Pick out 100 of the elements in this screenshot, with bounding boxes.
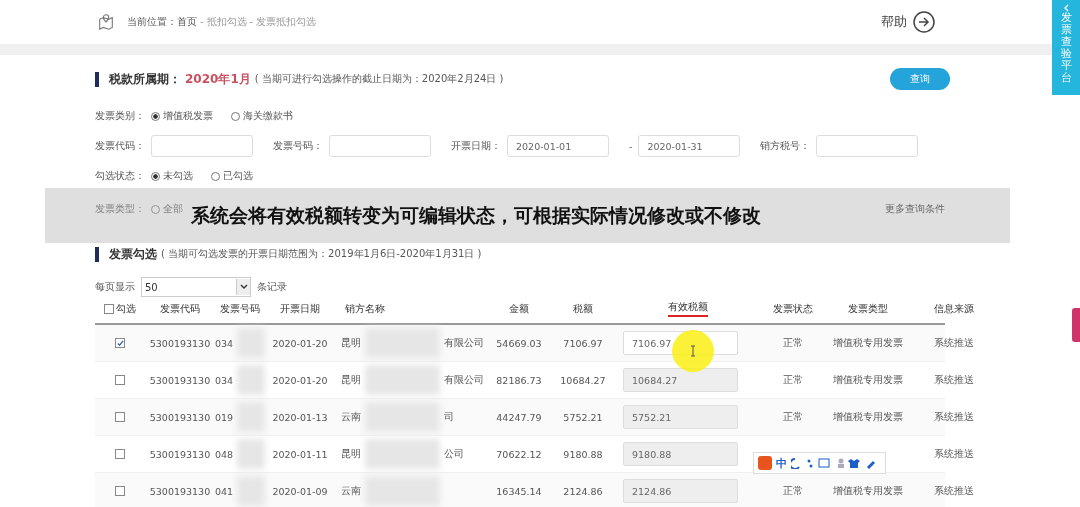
input-field[interactable]	[151, 135, 253, 157]
page-size-suffix: 条记录	[257, 280, 287, 294]
table-cell-text: 5300193130	[148, 411, 212, 423]
table-cell-text: 70622.12	[495, 448, 543, 460]
table-cell-text: 系统推送	[933, 447, 975, 461]
column-header: 金额	[508, 302, 530, 316]
breadcrumb-separator: -	[249, 16, 254, 27]
more-filters-link[interactable]: 更多查询条件	[885, 202, 945, 216]
checkbox[interactable]	[115, 338, 125, 348]
table-cell: 034	[215, 337, 234, 349]
map-pin-icon	[97, 13, 115, 31]
table-cell-text: 正常	[782, 373, 804, 387]
checkbox[interactable]	[115, 375, 125, 385]
check-icon	[116, 339, 124, 347]
table-cell-text: 5300193130	[148, 374, 212, 386]
table-cell-text: 10684.27	[559, 374, 607, 386]
field-label: 发票类型：	[95, 202, 145, 216]
radio-option[interactable]: 海关缴款书	[231, 109, 293, 123]
checkbox[interactable]	[115, 449, 125, 459]
radio-option[interactable]: 已勾选	[211, 169, 253, 183]
table-cell-text: 增值税专用发票	[832, 336, 904, 350]
column-header: 发票类型	[847, 302, 889, 316]
table-cell-text: 44247.79	[495, 411, 543, 423]
chevron-left-icon	[1063, 4, 1069, 12]
table-cell: 昆明	[341, 336, 361, 350]
table-cell: 公司	[444, 447, 464, 461]
table-cell-text: 系统推送	[933, 336, 975, 350]
column-header: 勾选	[116, 302, 136, 316]
tax-input-field: 5752.21	[623, 405, 738, 429]
input-field[interactable]	[329, 135, 431, 157]
radio-option[interactable]: 未勾选	[151, 169, 193, 183]
table-cell-text: 2020-01-11	[271, 448, 329, 460]
table-cell-text: 2124.86	[562, 485, 604, 497]
table-cell-text: 2020-01-09	[271, 485, 329, 497]
table-cell: 041	[215, 485, 234, 497]
table-cell-text: 正常	[782, 336, 804, 350]
table-cell: 司	[444, 410, 454, 424]
table-cell-text: 2020-01-13	[271, 411, 329, 423]
table-cell-text: 增值税专用发票	[832, 410, 904, 424]
table-cell-text: 正常	[782, 410, 804, 424]
column-header: 发票号码	[219, 302, 261, 316]
field-label: 发票号码：	[273, 139, 323, 153]
field-label: 勾选状态：	[95, 169, 145, 183]
breadcrumb-separator: -	[200, 16, 204, 27]
section-title: 发票勾选	[109, 245, 157, 263]
table-cell-text: 2020-01-20	[271, 337, 329, 349]
column-header: 发票代码	[159, 302, 201, 316]
table-cell-text: 5752.21	[562, 411, 604, 423]
input-field[interactable]: 2020-01-01	[507, 135, 609, 157]
input-field[interactable]: 2020-01-31	[638, 135, 741, 157]
table-cell-text: 5300193130	[148, 448, 212, 460]
table-cell: 云南	[341, 410, 361, 424]
table-cell: 有限公司	[444, 336, 484, 350]
table-cell-text: 系统推送	[933, 410, 975, 424]
table-cell-text: 增值税专用发票	[832, 373, 904, 387]
radio-option[interactable]: 增值税发票	[151, 109, 213, 123]
tax-input-field: 10684.27	[623, 368, 738, 392]
table-cell-text: 系统推送	[933, 484, 975, 498]
section-note: ( 当期可勾选发票的开票日期范围为：2019年1月6日-2020年1月31日 )	[161, 247, 482, 261]
column-header: 销方名称	[344, 302, 386, 316]
breadcrumb-label: 当前位置：	[127, 16, 177, 27]
arrow-right-circle-icon	[913, 11, 935, 33]
help-link[interactable]: 帮助	[881, 11, 935, 33]
checkbox[interactable]	[115, 486, 125, 496]
column-header: 发票状态	[772, 302, 814, 316]
table-cell-text: 16345.14	[495, 485, 543, 497]
table-cell-text: 正常	[782, 484, 804, 498]
ime-logo-icon	[758, 456, 772, 470]
table-cell: 034	[215, 374, 234, 386]
field-label: 销方税号：	[760, 139, 811, 153]
table-cell-text: 2020-01-20	[271, 374, 329, 386]
chevron-down-icon	[239, 284, 248, 290]
input-field[interactable]	[816, 135, 919, 157]
column-header: 税额	[572, 302, 594, 316]
tax-input-field: 2124.86	[623, 479, 738, 503]
period-value: 2020年1月	[185, 70, 251, 88]
table-cell: 048	[215, 448, 234, 460]
table-cell-text: 增值税专用发票	[832, 484, 904, 498]
column-header: 信息来源	[933, 302, 975, 316]
range-dash: -	[629, 140, 633, 152]
column-header: 开票日期	[279, 302, 321, 316]
period-note: ( 当期可进行勾选操作的截止日期为：2020年2月24日 )	[254, 72, 504, 86]
table-cell-text: 82186.73	[495, 374, 543, 386]
table-cell-text: 5300193130	[148, 485, 212, 497]
table-cell: 昆明	[341, 447, 361, 461]
page-size-select[interactable]: 50	[141, 277, 251, 297]
table-cell-text: 7106.97	[562, 337, 604, 349]
table-cell: 昆明	[341, 373, 361, 387]
breadcrumb-link[interactable]: 首页	[177, 16, 197, 27]
table-cell-text: 系统推送	[933, 373, 975, 387]
checkbox[interactable]	[115, 412, 125, 422]
table-cell: 云南	[341, 484, 361, 498]
field-label: 开票日期：	[451, 139, 501, 153]
tax-input-field: 9180.88	[623, 442, 738, 466]
table-cell: 有限公司	[444, 373, 484, 387]
table-cell-text: 9180.88	[562, 448, 604, 460]
table-cell-text: 5300193130	[148, 337, 212, 349]
ime-mode-label[interactable]: 中	[776, 455, 787, 471]
table-cell-text: 54669.03	[495, 337, 543, 349]
checkbox[interactable]	[104, 304, 114, 314]
